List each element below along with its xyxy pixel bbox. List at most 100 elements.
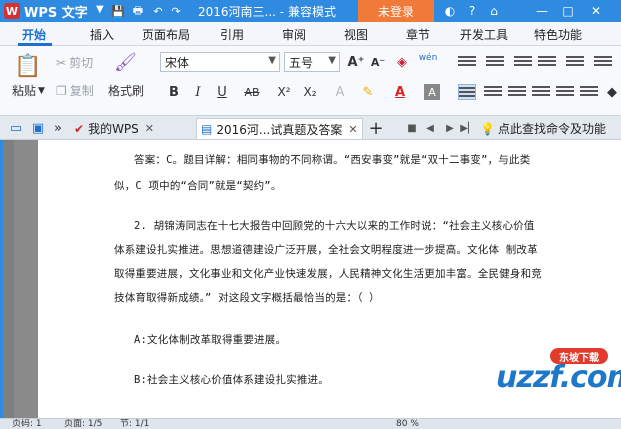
char-shading-icon[interactable]: A (424, 84, 440, 100)
copy-button[interactable]: ❐ 复制 (56, 82, 94, 99)
superscript-button[interactable]: X² (274, 82, 294, 102)
document-line: 答案：C。题目详解：相同事物的不同称谓。“西安事变”就是“双十二事变”，与此类 (134, 154, 531, 166)
chevron-down-icon: ▼ (268, 55, 276, 66)
active-doc-label: 2016河...试真题及答案 (216, 122, 343, 137)
font-name-select[interactable]: 宋体 ▼ (160, 52, 280, 72)
paste-icon[interactable]: 📋 (14, 54, 41, 79)
chevron-down-icon: ▼ (328, 55, 336, 66)
skin-icon[interactable]: ◐ (442, 3, 458, 19)
close-icon[interactable]: ✕ (145, 122, 154, 135)
more-arrows-icon[interactable]: » (48, 118, 68, 138)
tab-active-document[interactable]: ▤ 2016河...试真题及答案 ✕ (196, 118, 363, 139)
format-painter-button[interactable]: 格式刷 (108, 82, 144, 99)
strikethrough-button[interactable]: AB (236, 82, 268, 102)
document-line: 2. 胡锦涛同志在十七大报告中回顾党的十六大以来的工作时说：“社会主义核心价值 (134, 220, 535, 232)
clear-format-icon[interactable]: ◈ (392, 52, 412, 72)
copy-label: 复制 (69, 84, 94, 98)
lightbulb-icon: 💡 (480, 121, 495, 136)
shrink-font-button[interactable]: A⁻ (368, 52, 388, 72)
login-button[interactable]: 未登录 (358, 0, 434, 22)
app-name: WPS 文字 (24, 5, 88, 21)
grow-font-button[interactable]: A⁺ (346, 52, 366, 72)
copy-icon: ❐ (56, 83, 67, 98)
add-tab-icon[interactable]: + (366, 118, 386, 139)
decrease-indent-icon[interactable] (514, 54, 532, 70)
align-right-icon[interactable] (508, 84, 526, 100)
help-icon[interactable]: ? (464, 3, 480, 19)
numbering-icon[interactable] (486, 54, 504, 70)
phonetic-guide-button[interactable]: wén (418, 48, 438, 68)
document-tab-bar: ▭ ▣ » ✔ 我的WPS ✕ ▤ 2016河...试真题及答案 ✕ + ■ ◀… (0, 116, 621, 140)
document-line: A:文化体制改革取得重要进展。 (134, 334, 287, 346)
status-bar: 页码: 1 页面: 1/5 节: 1/1 80 % (0, 418, 621, 429)
underline-button[interactable]: U (212, 82, 232, 102)
close-icon[interactable]: ✕ (348, 123, 357, 136)
paste-button[interactable]: 粘贴 ▼ (12, 82, 45, 99)
font-color-icon[interactable]: A (390, 82, 410, 102)
tab-page-layout[interactable]: 页面布局 (142, 26, 190, 43)
justify-icon[interactable] (532, 84, 550, 100)
subscript-button[interactable]: X₂ (300, 82, 320, 102)
new-doc-icon[interactable]: ▭ (6, 118, 26, 138)
redo-icon[interactable]: ↷ (168, 3, 184, 19)
cut-button[interactable]: ✂ 剪切 (56, 54, 93, 71)
highlight-icon[interactable]: ✎ (358, 82, 378, 102)
section-count[interactable]: 节: 1/1 (120, 419, 149, 429)
ribbon-home: 📋 粘贴 ▼ ✂ 剪切 ❐ 复制 🖌 格式刷 宋体 ▼ 五号 ▼ A⁺ A⁻ ◈… (0, 46, 621, 116)
save-icon[interactable]: ▣ (28, 118, 48, 138)
window-title: 2016河南三... - 兼容模式 (198, 5, 336, 19)
cut-label: 剪切 (69, 56, 94, 70)
line-spacing-icon[interactable] (566, 54, 584, 70)
text-effect-icon[interactable]: A (330, 82, 350, 102)
distribute-icon[interactable] (556, 84, 574, 100)
tab-references[interactable]: 引用 (220, 26, 244, 43)
tab-developer[interactable]: 开发工具 (460, 26, 508, 43)
page-count[interactable]: 页面: 1/5 (64, 419, 102, 429)
tab-list-icon[interactable]: ■ (402, 118, 422, 138)
shading-icon[interactable]: ◆ (602, 82, 621, 102)
tab-home[interactable]: 开始 (22, 26, 46, 43)
command-search[interactable]: 💡 点此查找命令及功能 (480, 118, 606, 139)
borders-icon[interactable] (580, 84, 598, 100)
watermark-brand: uzzf.com (496, 360, 621, 395)
minimize-icon[interactable]: — (534, 3, 550, 19)
close-icon[interactable]: ✕ (588, 3, 604, 19)
tab-next-icon[interactable]: ▶ (440, 118, 460, 138)
document-line: 似，C 项中的“合同”就是“契约”。 (114, 180, 282, 192)
site-watermark: 东坡下载 uzzf.com (486, 348, 621, 406)
app-menu-button[interactable]: W WPS 文字 (4, 2, 88, 21)
tab-features[interactable]: 特色功能 (534, 26, 582, 43)
pin-icon[interactable]: ⌂ (486, 3, 502, 19)
save-icon[interactable]: 💾 (110, 3, 126, 19)
chevron-down-icon[interactable]: ▼ (96, 4, 104, 15)
tab-chapter[interactable]: 章节 (406, 26, 430, 43)
document-line: 取得重要进展，文化事业和文化产业快速发展，人民精神文化生活更加丰富。全民健身和竞 (114, 268, 542, 280)
scissors-icon: ✂ (56, 55, 67, 70)
zoom-level[interactable]: 80 % (396, 419, 419, 429)
search-hint: 点此查找命令及功能 (497, 122, 606, 136)
bold-button[interactable]: B (164, 82, 184, 102)
increase-indent-icon[interactable] (538, 54, 556, 70)
my-wps-label: 我的WPS (88, 122, 139, 136)
tab-prev-icon[interactable]: ◀ (420, 118, 440, 138)
tab-my-wps[interactable]: ✔ 我的WPS ✕ (74, 118, 154, 139)
align-left-icon[interactable] (458, 84, 476, 100)
tab-last-icon[interactable]: ▶▏ (458, 118, 478, 138)
tab-insert[interactable]: 插入 (90, 26, 114, 43)
font-size-value: 五号 (289, 55, 314, 70)
sort-icon[interactable] (594, 54, 612, 70)
tab-review[interactable]: 审阅 (282, 26, 306, 43)
document-line: 体系建设扎实推进。思想道德建设广泛开展，全社会文明程度进一步提高。文化体 制改革 (114, 244, 538, 256)
italic-button[interactable]: I (188, 82, 208, 102)
bullets-icon[interactable] (458, 54, 476, 70)
chevron-down-icon: ▼ (38, 85, 45, 96)
undo-icon[interactable]: ↶ (150, 3, 166, 19)
navigation-strip (0, 140, 3, 418)
align-center-icon[interactable] (484, 84, 502, 100)
page-number[interactable]: 页码: 1 (12, 419, 42, 429)
brush-icon[interactable]: 🖌 (114, 52, 137, 73)
maximize-icon[interactable]: □ (560, 3, 576, 19)
print-icon[interactable]: 🖶 (130, 3, 146, 19)
font-size-select[interactable]: 五号 ▼ (284, 52, 340, 72)
tab-view[interactable]: 视图 (344, 26, 368, 43)
